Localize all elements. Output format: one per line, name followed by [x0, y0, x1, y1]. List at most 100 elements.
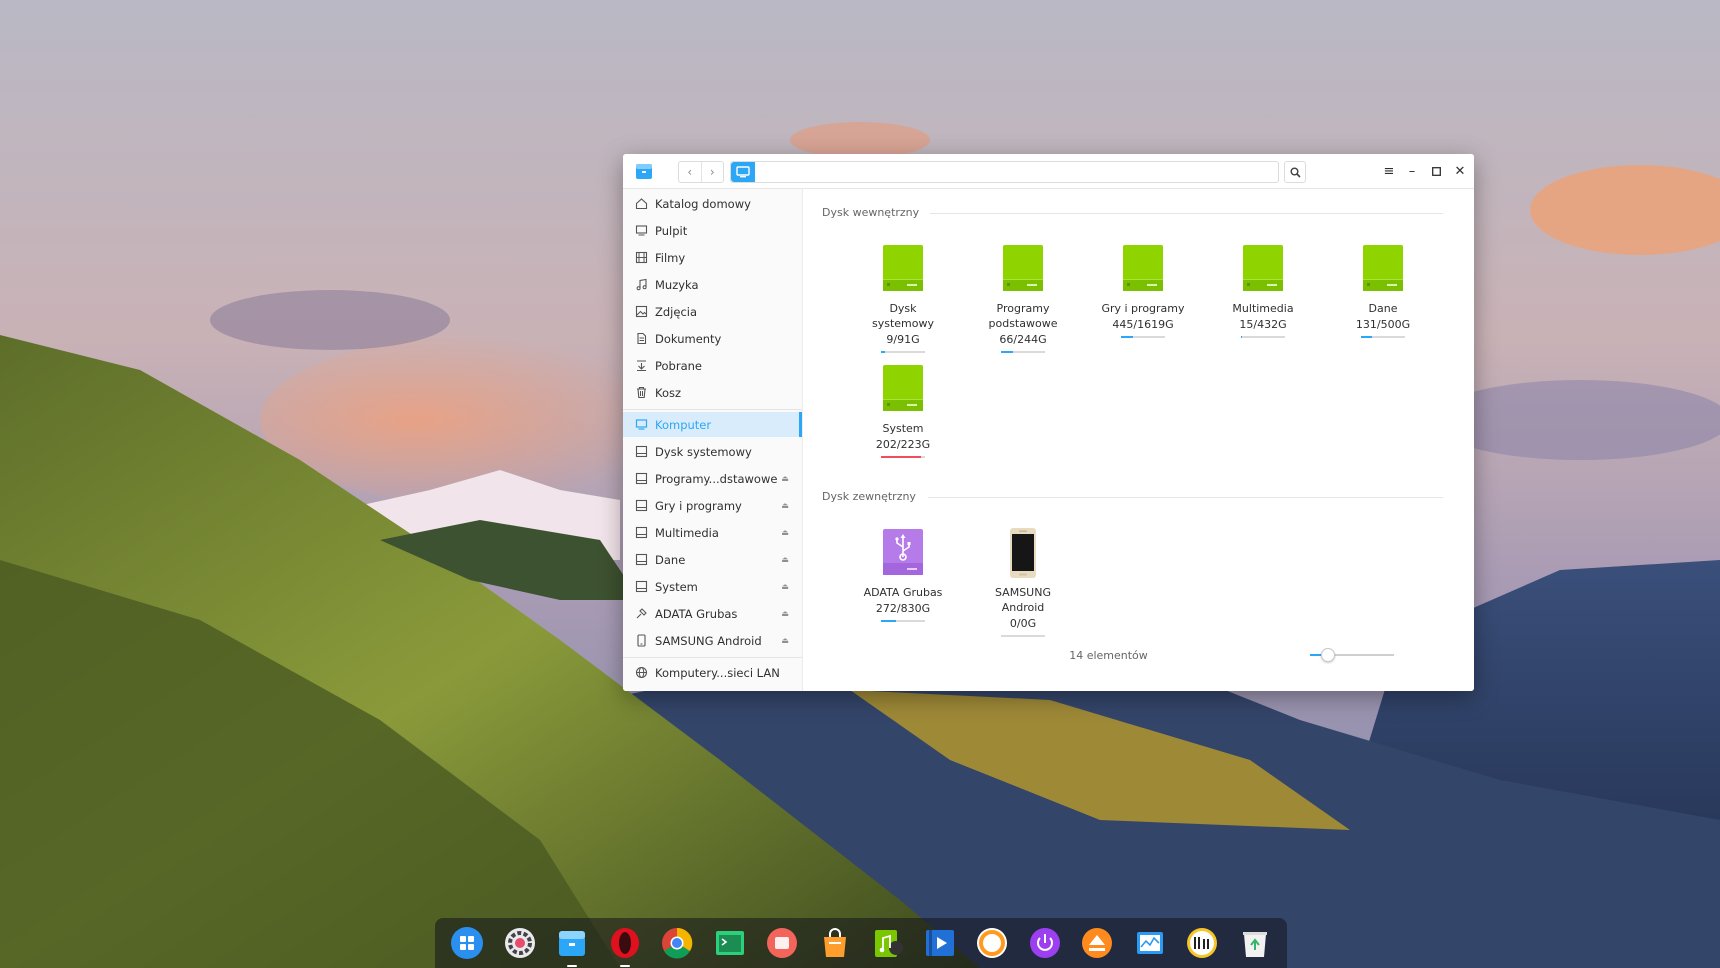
- sidebar-item-label: Multimedia: [655, 525, 719, 540]
- drive-icon: [634, 472, 648, 486]
- sidebar-item-adata[interactable]: ADATA Grubas ⏏: [623, 601, 802, 626]
- search-button[interactable]: [1284, 161, 1306, 183]
- drive-icon: [634, 499, 648, 513]
- file-manager-window: ‹ › ≡ – ✕ Katalog domowy Pulpit Filmy Mu…: [623, 154, 1474, 691]
- sidebar-item-data[interactable]: Dane ⏏: [623, 547, 802, 572]
- sidebar-item-label: System: [655, 579, 698, 594]
- computer-icon[interactable]: [731, 162, 755, 182]
- running-indicator: [567, 965, 578, 967]
- eject-icon[interactable]: [1079, 925, 1115, 961]
- sidebar-item-computer[interactable]: Komputer: [623, 412, 802, 437]
- disk-samsung-android[interactable]: SAMSUNG Android 0/0G: [973, 527, 1073, 637]
- disk-name: Dysk systemowy: [871, 302, 934, 330]
- hard-drive-icon: [1121, 243, 1165, 295]
- launcher-icon[interactable]: [449, 925, 485, 961]
- sidebar-item-pictures[interactable]: Zdjęcia: [623, 299, 802, 324]
- film-icon: [634, 251, 648, 265]
- sidebar-item-label: Komputer: [655, 417, 712, 432]
- screen-recorder-icon[interactable]: [764, 925, 800, 961]
- clock-icon[interactable]: [1184, 925, 1220, 961]
- sidebar-item-multimedia[interactable]: Multimedia ⏏: [623, 520, 802, 545]
- app-store-icon[interactable]: [817, 925, 853, 961]
- disk-games[interactable]: Gry i programy 445/1619G: [1093, 243, 1193, 338]
- sidebar-item-samsung[interactable]: SAMSUNG Android ⏏: [623, 628, 802, 653]
- sidebar-item-documents[interactable]: Dokumenty: [623, 326, 802, 351]
- disk-multimedia[interactable]: Multimedia 15/432G: [1213, 243, 1313, 338]
- sidebar-divider: [623, 409, 802, 410]
- disk-system-partition[interactable]: System 202/223G: [853, 363, 953, 458]
- sidebar-item-desktop[interactable]: Pulpit: [623, 218, 802, 243]
- sidebar-item-music[interactable]: Muzyka: [623, 272, 802, 297]
- disk-data[interactable]: Dane 131/500G: [1333, 243, 1433, 338]
- forward-button[interactable]: ›: [700, 162, 724, 182]
- disk-usage-bar: [881, 351, 925, 353]
- network-icon: [634, 666, 648, 680]
- eject-icon[interactable]: ⏏: [780, 501, 790, 511]
- sidebar-item-trash[interactable]: Kosz: [623, 380, 802, 405]
- trash-icon[interactable]: [1237, 925, 1273, 961]
- eject-icon[interactable]: ⏏: [780, 582, 790, 592]
- music-icon: [634, 278, 648, 292]
- disk-size: 0/0G: [1009, 617, 1037, 630]
- eject-icon[interactable]: ⏏: [780, 528, 790, 538]
- terminal-icon[interactable]: [712, 925, 748, 961]
- sidebar-item-network[interactable]: Komputery...sieci LAN: [623, 660, 802, 685]
- disk-size: 9/91G: [886, 333, 920, 346]
- sidebar-item-system[interactable]: System ⏏: [623, 574, 802, 599]
- sidebar-item-home[interactable]: Katalog domowy: [623, 191, 802, 216]
- drive-icon: [634, 553, 648, 567]
- sidebar-item-label: Muzyka: [655, 277, 699, 292]
- document-icon: [634, 332, 648, 346]
- eject-icon[interactable]: ⏏: [780, 636, 790, 646]
- menu-button[interactable]: ≡: [1380, 162, 1398, 180]
- close-button[interactable]: ✕: [1451, 162, 1469, 180]
- sidebar-item-games[interactable]: Gry i programy ⏏: [623, 493, 802, 518]
- file-manager-icon[interactable]: [554, 925, 590, 967]
- hard-drive-icon: [881, 243, 925, 295]
- disk-name: Programy podstawowe: [988, 302, 1058, 330]
- usb-drive-icon: [881, 527, 925, 579]
- file-manager-icon[interactable]: [634, 161, 654, 181]
- hard-drive-icon: [1001, 243, 1045, 295]
- power-icon[interactable]: [1027, 925, 1063, 961]
- computer-icon: [634, 418, 648, 432]
- desktop-icon: [634, 224, 648, 238]
- video-player-icon[interactable]: [922, 925, 958, 961]
- taskbar-dock: [435, 918, 1287, 968]
- slider-handle[interactable]: [1320, 648, 1335, 662]
- disk-usage-bar: [1001, 351, 1045, 353]
- opera-icon[interactable]: [607, 925, 643, 967]
- sidebar-item-system-disk[interactable]: Dysk systemowy: [623, 439, 802, 464]
- sidebar-item-label: Pobrane: [655, 358, 702, 373]
- main-content: Dysk wewnętrzny Dysk systemowy 9/91G Prog…: [803, 189, 1474, 691]
- sidebar-item-videos[interactable]: Filmy: [623, 245, 802, 270]
- disk-adata[interactable]: ADATA Grubas 272/830G: [853, 527, 953, 622]
- smartphone-icon: [1001, 527, 1045, 579]
- eject-icon[interactable]: ⏏: [780, 474, 790, 484]
- system-monitor-icon[interactable]: [1132, 925, 1168, 961]
- search-icon: [1290, 167, 1301, 178]
- minimize-button[interactable]: –: [1403, 162, 1421, 180]
- eject-icon[interactable]: ⏏: [780, 609, 790, 619]
- chrome-icon[interactable]: [659, 925, 695, 961]
- music-player-icon[interactable]: [869, 925, 905, 961]
- disk-name: SAMSUNG Android: [995, 586, 1051, 614]
- disk-basic-programs[interactable]: Programy podstawowe 66/244G: [973, 243, 1073, 353]
- eject-icon[interactable]: ⏏: [780, 555, 790, 565]
- disk-system[interactable]: Dysk systemowy 9/91G: [853, 243, 953, 353]
- settings-icon[interactable]: [502, 925, 538, 961]
- browser-icon[interactable]: [974, 925, 1010, 961]
- disk-usage-bar: [1361, 336, 1405, 338]
- sidebar-item-downloads[interactable]: Pobrane: [623, 353, 802, 378]
- back-button[interactable]: ‹: [679, 162, 701, 182]
- phone-icon: [634, 634, 648, 648]
- sidebar-item-label: Programy...dstawowe: [655, 471, 778, 486]
- address-bar[interactable]: [730, 161, 1279, 183]
- icon-zoom-slider[interactable]: [1310, 648, 1394, 662]
- disk-size: 15/432G: [1239, 318, 1287, 331]
- maximize-icon: [1431, 166, 1441, 176]
- close-icon: ✕: [1454, 163, 1466, 179]
- sidebar-divider: [623, 657, 802, 658]
- maximize-button[interactable]: [1427, 162, 1445, 180]
- sidebar-item-basic-programs[interactable]: Programy...dstawowe ⏏: [623, 466, 802, 491]
